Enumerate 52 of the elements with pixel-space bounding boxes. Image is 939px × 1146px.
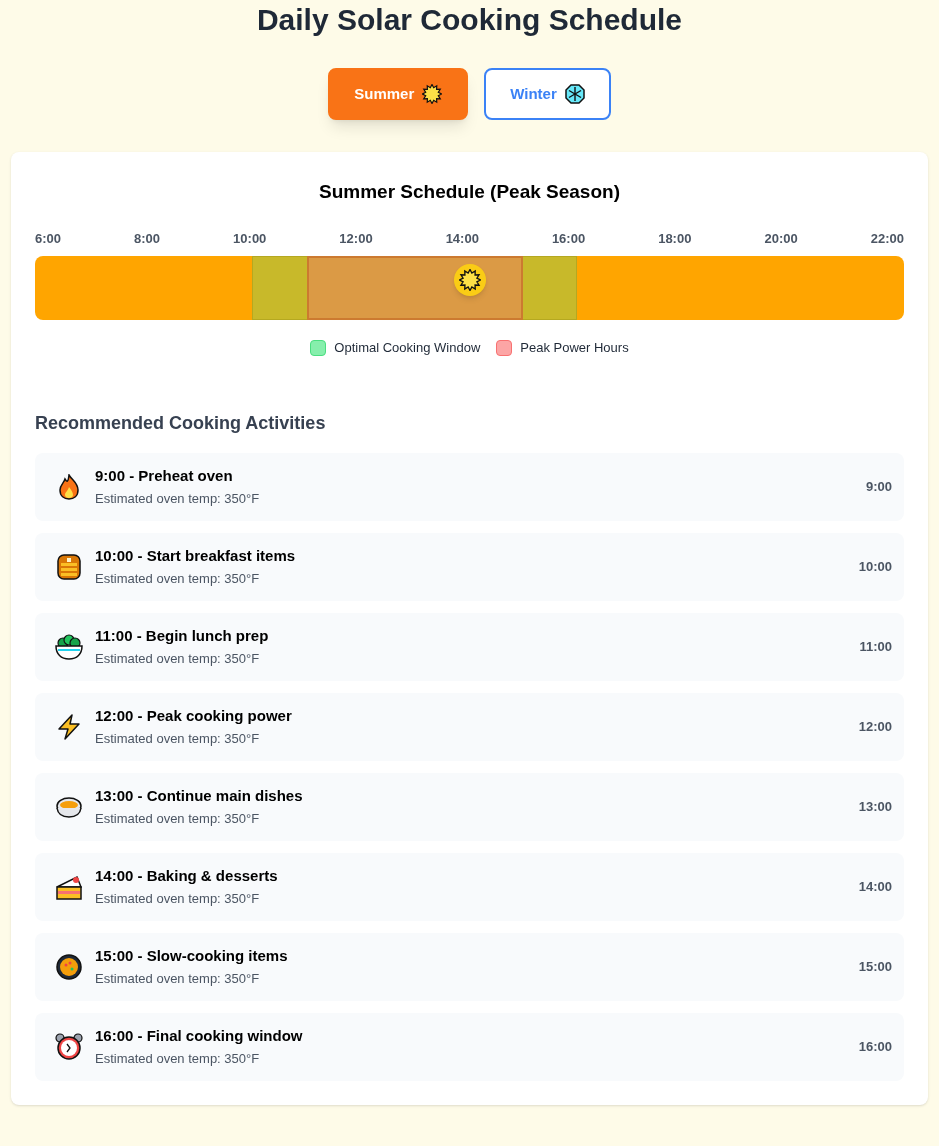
section-heading: Recommended Cooking Activities [35,411,327,435]
season-tab[interactable]: Summer [328,68,469,120]
season-tab[interactable]: Winter [484,68,611,120]
snowflake-icon [564,84,585,104]
hour-label: 16:00 [551,229,586,248]
activity-title: 13:00 - Continue main dishes [95,785,304,806]
activity-detail: Estimated oven temp: 350°F [95,810,261,828]
legend-label: Optimal Cooking Window [334,339,481,357]
activity-title: 16:00 - Final cooking window [95,1025,304,1046]
activity-time: 16:00 [858,1037,892,1056]
activity-time: 14:00 [858,877,892,896]
legend-swatch [496,339,513,356]
cake-slice-icon [55,873,83,900]
hour-label: 6:00 [35,229,62,248]
fire-icon [58,473,80,500]
alarm-clock-icon [55,1032,83,1061]
activity-time: 15:00 [858,957,892,976]
activity-time: 11:00 [859,637,892,656]
hour-label: 14:00 [445,229,479,248]
activity-detail: Estimated oven temp: 350°F [95,970,261,988]
activity-detail: Estimated oven temp: 350°F [95,1050,261,1068]
activity-title: 9:00 - Preheat oven [95,465,234,486]
hour-label: 22:00 [870,229,904,248]
activity-time: 10:00 [858,557,892,576]
activity-detail: Estimated oven temp: 350°F [95,890,261,908]
activity-time: 13:00 [858,797,892,816]
activity-title: 15:00 - Slow-cooking items [95,945,289,966]
activity-time: 9:00 [865,477,892,496]
activity-time: 12:00 [858,717,892,736]
activity-title: 11:00 - Begin lunch prep [95,625,270,646]
activity-title: 14:00 - Baking & desserts [95,865,279,886]
lightning-icon [56,713,82,740]
activity-detail: Estimated oven temp: 350°F [95,650,261,668]
page-title: Daily Solar Cooking Schedule [255,4,684,36]
hour-label: 20:00 [764,229,798,248]
soup-pot-icon [56,795,82,818]
schedule-title: Summer Schedule (Peak Season) [318,180,621,204]
hour-label: 12:00 [339,229,373,248]
salad-bowl-icon [55,633,83,660]
legend-label: Peak Power Hours [520,339,629,357]
legend-swatch [310,339,327,356]
hour-label: 18:00 [658,229,692,248]
activity-detail: Estimated oven temp: 350°F [95,730,261,748]
activity-detail: Estimated oven temp: 350°F [95,490,261,508]
paella-pan-icon [55,952,83,981]
activity-detail: Estimated oven temp: 350°F [95,570,261,588]
pancakes-icon [57,553,81,580]
activity-title: 10:00 - Start breakfast items [95,545,297,566]
hour-label: 8:00 [134,229,161,248]
sun-icon [422,84,443,104]
activity-title: 12:00 - Peak cooking power [95,705,293,726]
hour-label: 10:00 [233,229,267,248]
